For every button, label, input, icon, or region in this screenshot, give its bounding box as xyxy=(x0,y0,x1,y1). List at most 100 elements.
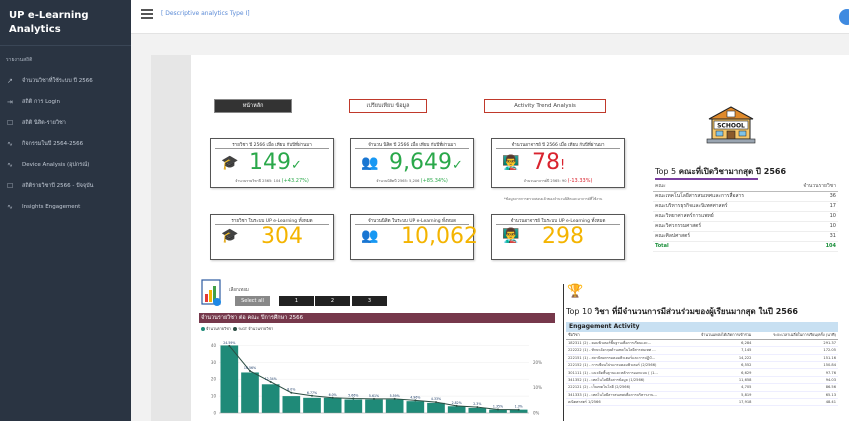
bar[interactable] xyxy=(323,397,342,413)
engagement-cell: 222152 (1) - การเขียนโปรแกรมคอมพิวเตอร์ … xyxy=(566,361,685,370)
kpi-number: 78 xyxy=(532,150,560,175)
kpi-change: (+43.27%) xyxy=(281,178,309,184)
data-label: 6.0% xyxy=(329,393,337,397)
y-tick-label: 0 xyxy=(213,411,216,416)
bar[interactable] xyxy=(406,401,425,413)
engagement-row: 301111 (1) - แนวคิดพื้นฐานและหลักการออกแ… xyxy=(566,368,838,377)
students-icon: 👥 xyxy=(361,228,379,244)
bar[interactable] xyxy=(385,399,404,413)
bar[interactable] xyxy=(220,345,239,413)
top5-count: 10 xyxy=(785,221,838,232)
filter-label: เลือกเทอม xyxy=(229,288,249,293)
school-icon: SCHOOL xyxy=(706,106,756,144)
sidebar-item-0[interactable]: ↗ จำนวนวิชาที่ใช้ระบบ ปี 2566 xyxy=(0,70,131,91)
engagement-cell: 172.05 xyxy=(753,346,838,355)
engagement-cell: 14,222 xyxy=(684,354,754,363)
engagement-cell: 6,284 xyxy=(684,339,754,348)
top5-title-main: คณะที่เปิดวิชามากสุด ปี 2566 xyxy=(678,167,787,176)
percent-point xyxy=(269,380,272,383)
faculty-bar-chart: 0 10 20 30 40 0% 10% 20% 24.59% 16.56% 12.34% 8.0% 6… xyxy=(211,341,542,416)
kpi-trend-mark: ✓ xyxy=(451,158,463,173)
y2-tick-label: 20% xyxy=(533,360,542,365)
bar[interactable] xyxy=(447,406,466,413)
engagement-header-cell: จำนวนแหล่งได้เกิดการเข้าร่วม xyxy=(684,332,754,340)
square-icon: ☐ xyxy=(7,118,14,127)
engagement-cell: 6,552 xyxy=(684,361,754,370)
percent-point xyxy=(393,397,396,400)
sidebar-item-5[interactable]: ☐ สถิติรายวิชาปี 2566 - ปัจจุบัน xyxy=(0,175,131,196)
engagement-header-cell: ชื่อวิชา xyxy=(566,332,685,340)
sidebar-item-6[interactable]: ∿ Insights Engagement xyxy=(0,196,131,217)
students-icon: 👥 xyxy=(361,155,379,171)
sidebar-item-label: กิจกรรมในปี 2564-2566 xyxy=(22,140,84,147)
engagement-cell: 222151 (1) - สถาปัตยกรรมคอมพิวเตอร์และกา… xyxy=(566,354,685,363)
bar[interactable] xyxy=(303,397,321,413)
engagement-cell: 4,705 xyxy=(684,383,754,392)
tab-compare[interactable]: เปรียบเทียบ ข้อมูล xyxy=(349,99,427,113)
filter-term-3-button[interactable]: 3 xyxy=(352,296,387,306)
kpi-comparison: จำนวนรายวิชาปี 2565: 104 (+43.27%) xyxy=(215,178,329,184)
avatar[interactable] xyxy=(839,9,849,25)
engagement-row: 222222 (1) - ทักษะอังกฤษด้านเทคโนโลยีสาร… xyxy=(566,346,838,355)
bar[interactable] xyxy=(468,407,487,413)
sidebar-item-label: สถิติ นิสิต-รายวิชา xyxy=(22,119,66,126)
kpi-title: รายวิชา ในระบบ UP e-Learning ทั้งหมด xyxy=(231,219,313,224)
filter-term-1-button[interactable]: 1 xyxy=(279,296,314,306)
footnote: *ข้อมูลจากการตรวจสอบแล้วของจำนวนนิสิตและ… xyxy=(504,197,603,201)
kpi-value: 9,649✓ xyxy=(389,150,463,175)
kpi-trend-mark: ! xyxy=(560,158,566,173)
top-bar: [ Descriptive analytics Type I] xyxy=(131,0,849,34)
bar[interactable] xyxy=(365,399,383,413)
top5-row: คณะวิทยาศาสตร์การแพทย์ 10 xyxy=(653,211,838,222)
filter-select-all-button[interactable]: Select all xyxy=(235,296,270,306)
tab-activity-trend[interactable]: Activity Trend Analysis xyxy=(484,99,606,113)
kpi-number: 10,062 xyxy=(401,224,478,249)
kpi-card-1: จำนวน นิสิต ปี 2566 เมื่อ เทียบ กับปีที่… xyxy=(350,138,474,188)
engagement-table: Engagement Activity ชื่อวิชา จำนวนแหล่งได… xyxy=(566,322,838,421)
bar[interactable] xyxy=(261,384,280,413)
square-icon: ☐ xyxy=(7,181,14,190)
kpi-comparison-label: จำนวนนิสิตปี 2565: 5,206 xyxy=(376,179,421,183)
engagement-cell: 11,658 xyxy=(684,376,754,385)
top5-faculty: คณะวิศวกรรมศาสตร์ xyxy=(653,221,786,232)
engagement-cell: 301111 (1) - แนวคิดพื้นฐานและหลักการออกแ… xyxy=(566,368,685,377)
data-label: 1.35% xyxy=(493,404,503,408)
percent-point xyxy=(497,408,499,411)
top10-title: Top 10 วิชา ที่มีจำนวนการมีส่วนร่วมของผู… xyxy=(566,305,798,318)
tab-home[interactable]: หน้าหลัก xyxy=(214,99,292,113)
sidebar-item-1[interactable]: ⇥ สถิติ การ Login xyxy=(0,91,131,112)
filter-term-2-button[interactable]: 2 xyxy=(315,296,350,306)
kpi-change: (+85.34%) xyxy=(420,178,448,184)
data-label: 24.59% xyxy=(223,341,235,345)
kpi-divider xyxy=(496,148,620,149)
engagement-cell: 7,145 xyxy=(684,346,754,355)
kpi-title: จำนวนอาจารย์ ปี 2566 เมื่อ เทียบ กับปีที… xyxy=(511,143,605,148)
bar[interactable] xyxy=(282,396,301,413)
engagement-cell: 97.76 xyxy=(753,368,838,377)
top10-title-main: วิชา ที่มีจำนวนการมีส่วนร่วมของผู้เรียนม… xyxy=(594,307,798,316)
kpi-value: 304 xyxy=(261,224,303,249)
kpi-comparison: จำนวนนิสิตปี 2565: 5,206 (+85.34%) xyxy=(355,178,469,184)
sidebar: UP e-Learning Analytics รายงานสถิติ ↗ จำน… xyxy=(0,0,131,421)
sidebar-item-label: จำนวนวิชาที่ใช้ระบบ ปี 2566 xyxy=(22,77,93,84)
menu-icon[interactable] xyxy=(141,9,153,19)
data-label: 4.33% xyxy=(431,397,441,401)
top5-faculty: คณะศิลปศาสตร์ xyxy=(653,231,786,242)
bar[interactable] xyxy=(241,372,259,413)
bar[interactable] xyxy=(427,402,445,413)
kpi-trend-mark: ✓ xyxy=(291,158,302,173)
kpi-divider xyxy=(355,148,469,149)
kpi-number: 298 xyxy=(542,224,584,249)
kpi-title: จำนวนอาจารย์ ในระบบ UP e-Learning ทั้งหม… xyxy=(510,219,606,224)
sidebar-item-4[interactable]: ∿ Device Analysis (อุปกรณ์) xyxy=(0,154,131,175)
sidebar-item-2[interactable]: ☐ สถิติ นิสิต-รายวิชา xyxy=(0,112,131,133)
top5-header-row: คณะ จำนวนรายวิชา xyxy=(653,181,838,192)
top10-title-prefix: Top 10 xyxy=(566,307,595,316)
bar[interactable] xyxy=(344,399,363,413)
engagement-cell: 341352 (1) - เทคโนโลยีสื่อสารข้อมูล (1/2… xyxy=(566,376,685,385)
data-label: 5.59% xyxy=(390,394,400,398)
sidebar-item-3[interactable]: ∿ กิจกรรมในปี 2564-2566 xyxy=(0,133,131,154)
top5-faculty: คณะวิทยาศาสตร์การแพทย์ xyxy=(653,211,786,222)
engagement-row: 341333 (1) - เทคโนโลยีสารสนเทศเพื่อการบร… xyxy=(566,391,838,400)
engagement-cell: 341333 (1) - เทคโนโลยีสารสนเทศเพื่อการบร… xyxy=(566,391,685,400)
